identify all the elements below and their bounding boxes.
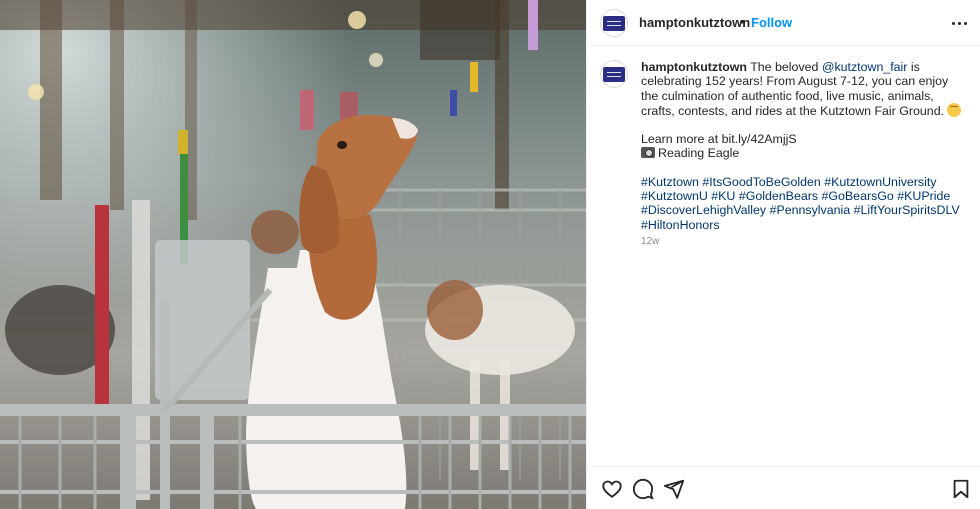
photo-credit: Reading Eagle xyxy=(658,146,740,161)
more-options-icon[interactable] xyxy=(949,13,969,33)
share-icon[interactable] xyxy=(663,478,685,500)
caption-text-1: The beloved xyxy=(747,60,822,74)
learn-more-text: Learn more at bit.ly/42AmjjS xyxy=(641,132,797,147)
hashtag-list: #Kutztown #ItsGoodToBeGolden #KutztownUn… xyxy=(641,175,963,232)
hashtag-link[interactable]: #KutztownUniversity xyxy=(824,175,936,189)
post-header: hamptonkutztown • Follow xyxy=(587,0,980,46)
separator-dot: • xyxy=(740,14,745,29)
bookmark-icon[interactable] xyxy=(950,478,972,500)
caption-username[interactable]: hamptonkutztown xyxy=(641,60,747,74)
goat-photo xyxy=(0,0,586,509)
comment-icon[interactable] xyxy=(632,478,654,500)
username-link[interactable]: hamptonkutztown xyxy=(639,15,750,30)
hampton-logo-icon xyxy=(603,15,625,31)
hashtag-link[interactable]: #HiltonHonors xyxy=(641,218,720,232)
post-details-panel: hamptonkutztown • Follow hamptonkutztown… xyxy=(586,0,980,509)
caption-avatar[interactable] xyxy=(600,60,628,88)
hashtag-link[interactable]: #LiftYourSpiritsDLV xyxy=(854,203,960,217)
hashtag-link[interactable]: #Kutztown xyxy=(641,175,699,189)
hashtag-link[interactable]: #DiscoverLehighValley xyxy=(641,203,766,217)
hashtag-link[interactable]: #KutztownU xyxy=(641,189,708,203)
avatar[interactable] xyxy=(600,9,628,37)
post-caption: hamptonkutztown The beloved @kutztown_fa… xyxy=(641,60,963,249)
hashtag-link[interactable]: #GoldenBears xyxy=(739,189,818,203)
post-age[interactable]: 12w xyxy=(641,235,963,249)
post-image[interactable] xyxy=(0,0,586,509)
hashtag-link[interactable]: #KU xyxy=(711,189,735,203)
hashtag-link[interactable]: #Pennsylvania xyxy=(770,203,851,217)
hashtag-link[interactable]: #KUPride xyxy=(897,189,950,203)
camera-flash-emoji xyxy=(641,147,655,159)
heart-icon[interactable] xyxy=(601,478,623,500)
hampton-logo-icon xyxy=(603,66,625,82)
hashtag-link[interactable]: #GoBearsGo xyxy=(822,189,894,203)
action-bar xyxy=(587,466,980,509)
follow-button[interactable]: Follow xyxy=(751,15,792,30)
mention-link[interactable]: @kutztown_fair xyxy=(822,60,908,74)
hashtag-link[interactable]: #ItsGoodToBeGolden xyxy=(702,175,820,189)
partying-face-emoji xyxy=(947,102,962,117)
